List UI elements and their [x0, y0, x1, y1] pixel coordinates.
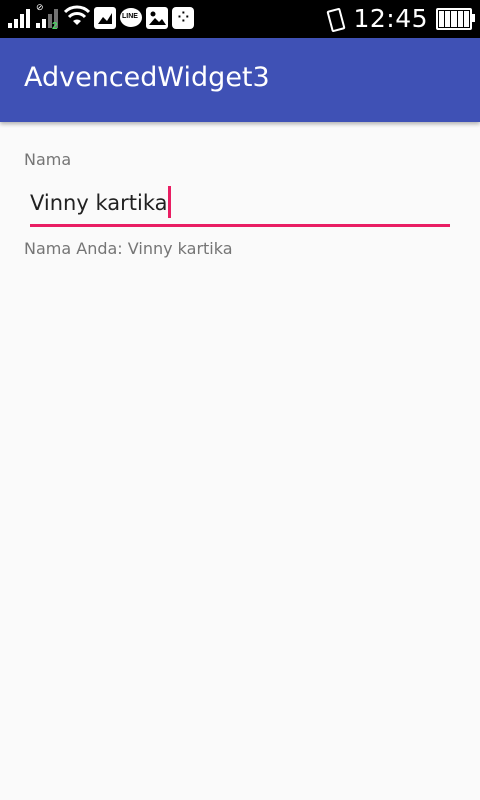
signal2-top-label: ⊘ — [36, 2, 44, 12]
signal-sim2-icon: ⊘ 2 — [36, 2, 60, 32]
wifi-icon — [63, 5, 91, 31]
bbm-icon — [172, 5, 194, 29]
line-app-icon — [120, 7, 142, 27]
status-bar: ⊘ 2 12:45 — [0, 0, 480, 38]
gallery-icon — [94, 7, 116, 29]
name-input[interactable]: Vinny kartika — [30, 186, 172, 218]
battery-icon — [436, 7, 475, 30]
signal-icon — [8, 6, 32, 30]
signal2-label: 2 — [52, 21, 58, 32]
status-clock: 12:45 — [353, 4, 428, 33]
name-input-value: Vinny kartika — [30, 191, 168, 215]
name-label: Nama — [24, 150, 72, 169]
name-input-field[interactable]: Vinny kartika — [30, 182, 450, 227]
name-result-text: Nama Anda: Vinny kartika — [24, 239, 233, 258]
app-bar: AdvencedWidget3 — [0, 38, 480, 122]
status-bar-right: 12:45 — [323, 4, 475, 33]
vibrate-icon — [323, 7, 347, 32]
app-title: AdvencedWidget3 — [24, 62, 270, 93]
image-icon — [146, 7, 168, 29]
text-cursor — [168, 186, 172, 218]
status-bar-left: ⊘ 2 — [8, 2, 194, 32]
